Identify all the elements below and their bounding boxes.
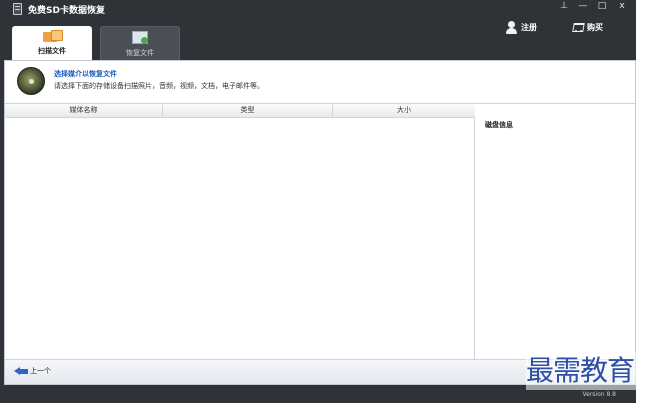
tab-recover-files-label: 恢复文件 [126, 49, 154, 57]
previous-label: 上一个 [30, 367, 51, 375]
info-title: 选择媒介以恢复文件 [54, 70, 117, 78]
disk-info-panel: 磁盘信息 [476, 104, 635, 359]
buy-button[interactable]: 购买 [572, 18, 603, 36]
previous-button[interactable]: 上一个 [14, 366, 51, 376]
pin-button[interactable]: ⊥ [555, 0, 573, 14]
table-header: 媒体名称 类型 大小 [5, 104, 475, 118]
column-header-size[interactable]: 大小 [333, 104, 475, 118]
media-table[interactable]: 媒体名称 类型 大小 [5, 104, 475, 359]
buy-label: 购买 [587, 22, 603, 32]
maximize-button[interactable]: □ [593, 0, 611, 14]
disk-info-title: 磁盘信息 [485, 121, 513, 129]
cart-icon [572, 21, 584, 33]
tab-scan-files-label: 扫描文件 [38, 47, 66, 55]
register-button[interactable]: 注册 [506, 18, 537, 36]
sd-card-icon [13, 3, 22, 15]
app-title: 免费SD卡数据恢复 [28, 6, 105, 16]
tab-recover-files[interactable]: 恢复文件 [100, 26, 180, 60]
app-window: 免费SD卡数据恢复 ⊥ — □ x 注册 购买 扫描文件 恢复文件 选择媒介以恢… [0, 0, 636, 403]
disk-icon [17, 67, 45, 95]
title-bar[interactable]: 免费SD卡数据恢复 ⊥ — □ x [0, 0, 636, 20]
register-label: 注册 [521, 22, 537, 32]
column-header-media-name[interactable]: 媒体名称 [5, 104, 163, 118]
recover-document-icon [131, 31, 149, 44]
info-strip: 选择媒介以恢复文件 请选择下面的存储设备扫描照片，音频，视频，文档，电子邮件等。 [5, 61, 635, 104]
arrow-left-icon [14, 366, 28, 376]
watermark: 最需教育 [526, 352, 642, 390]
user-add-icon [506, 20, 518, 34]
column-header-type[interactable]: 类型 [163, 104, 333, 118]
version-label: Version 8.8 [582, 391, 616, 398]
tab-scan-files[interactable]: 扫描文件 [12, 26, 92, 60]
close-button[interactable]: x [613, 0, 631, 14]
info-description: 请选择下面的存储设备扫描照片，音频，视频，文档，电子邮件等。 [54, 82, 264, 90]
folder-scan-icon [43, 30, 63, 42]
minimize-button[interactable]: — [574, 0, 592, 14]
main-panel: 选择媒介以恢复文件 请选择下面的存储设备扫描照片，音频，视频，文档，电子邮件等。… [4, 60, 636, 385]
